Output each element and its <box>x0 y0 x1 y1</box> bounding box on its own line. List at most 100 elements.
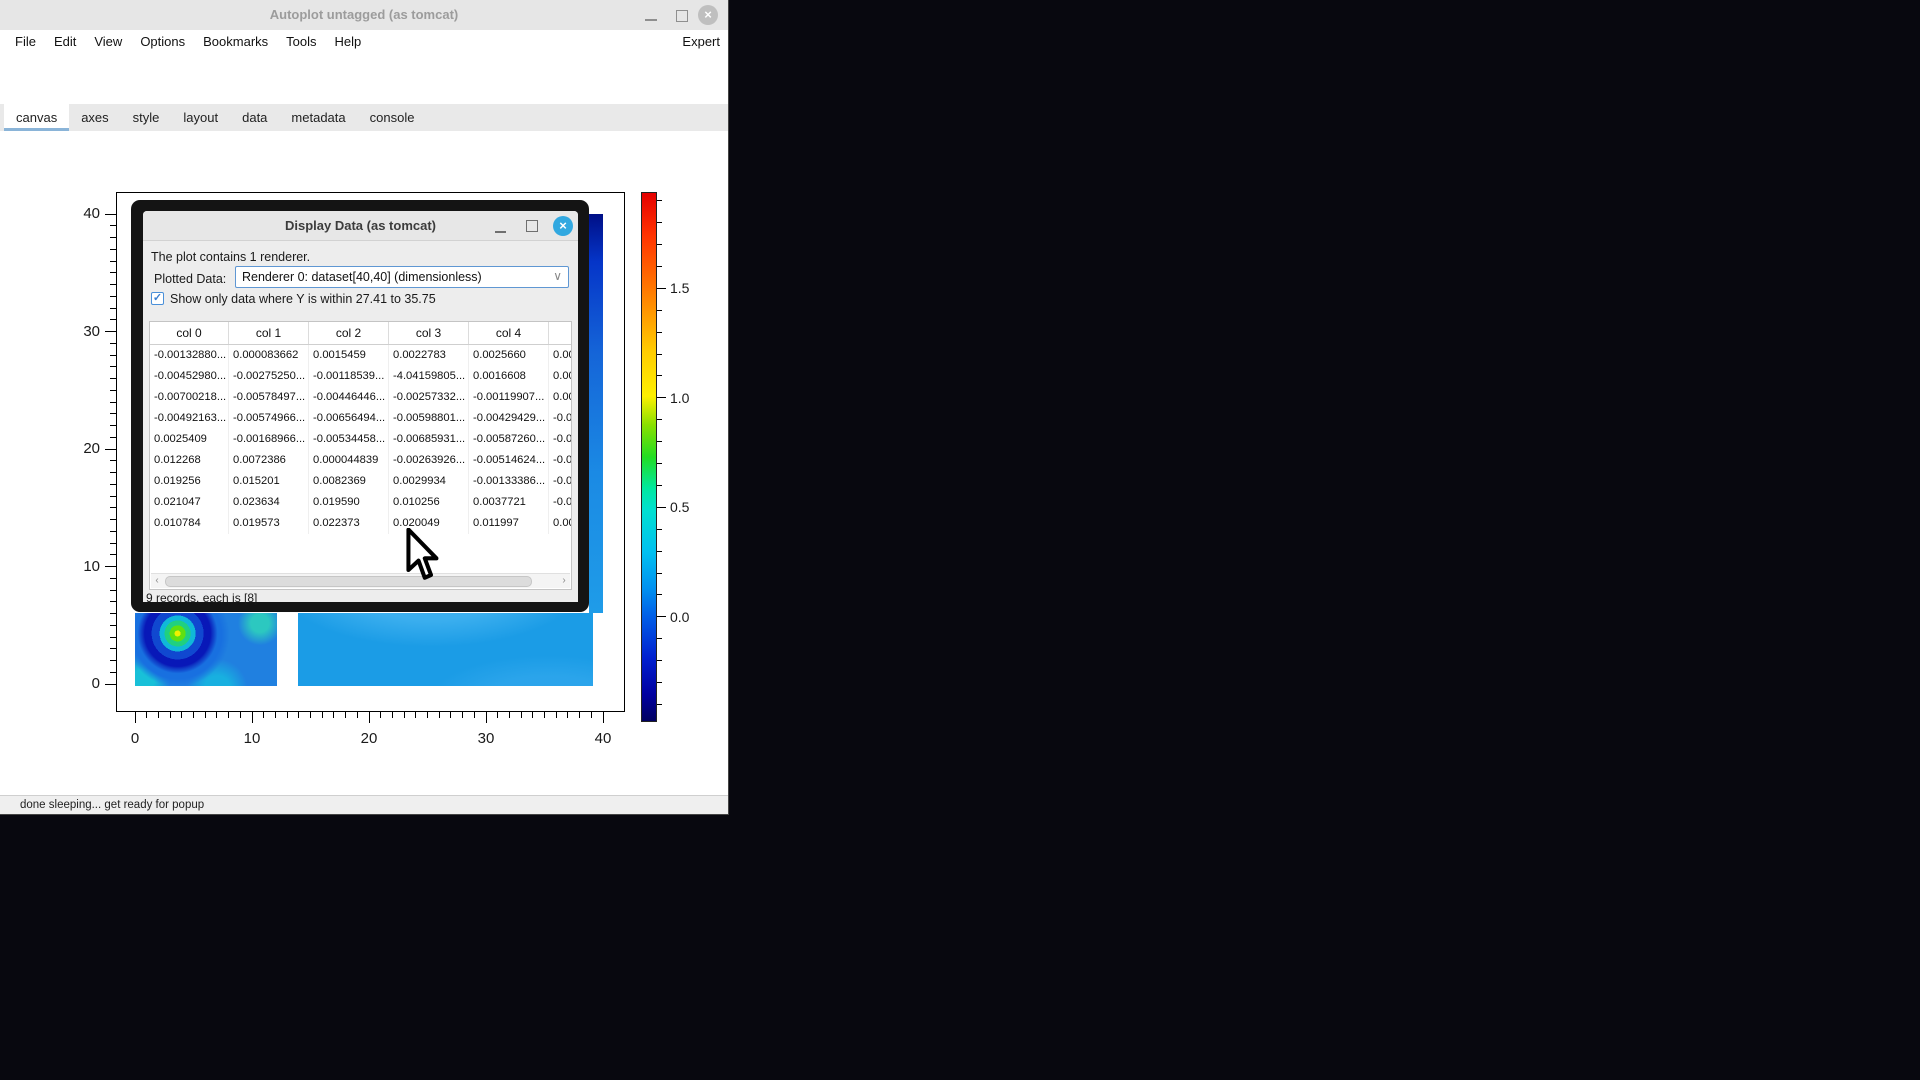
horizontal-scrollbar[interactable]: ‹ › <box>151 573 570 588</box>
table-row[interactable]: 0.0025409-0.00168966...-0.00534458...-0.… <box>150 429 571 450</box>
table-cell: 0.011997 <box>469 513 549 534</box>
table-header-row: col 0col 1col 2col 3col 4 <box>150 322 571 345</box>
menu-item-bookmarks[interactable]: Bookmarks <box>194 32 277 51</box>
menu-item-help[interactable]: Help <box>326 32 371 51</box>
colorbar-tick <box>657 594 662 595</box>
colorbar-tick <box>657 222 662 223</box>
table-row[interactable]: 0.0107840.0195730.0223730.0200490.011997… <box>150 513 571 534</box>
x-axis-tick <box>170 712 171 718</box>
colorbar-tick <box>657 441 662 442</box>
dialog-minimize-icon[interactable] <box>495 231 506 233</box>
table-cell: 0.010256 <box>389 492 469 513</box>
dialog-close-icon[interactable]: × <box>553 216 573 236</box>
y-axis-tick-label: 20 <box>58 440 100 457</box>
heatmap-region-bottom-right[interactable] <box>298 613 593 686</box>
table-cell: 0.021047 <box>150 492 229 513</box>
tab-console[interactable]: console <box>358 104 427 131</box>
tab-metadata[interactable]: metadata <box>279 104 357 131</box>
table-cell: 0.015201 <box>229 471 309 492</box>
address-bar-row: ∨ ▶ <box>0 52 728 96</box>
filter-checkbox-label: Show only data where Y is within 27.41 t… <box>170 292 436 306</box>
y-axis-tick <box>110 249 116 250</box>
table-cell: -0.00263926... <box>389 450 469 471</box>
colorbar-tick <box>657 682 662 683</box>
scroll-right-icon[interactable]: › <box>558 574 570 587</box>
table-cell: -0.00656494... <box>309 408 389 429</box>
table-cell: 0.012268 <box>150 450 229 471</box>
colorbar-tick <box>657 660 662 661</box>
table-row[interactable]: 0.0192560.0152010.00823690.0029934-0.001… <box>150 471 571 492</box>
tab-axes[interactable]: axes <box>69 104 120 131</box>
y-axis-tick <box>110 225 116 226</box>
colorbar[interactable] <box>641 192 657 722</box>
colorbar-tick-label: 0.5 <box>670 499 689 515</box>
table-cell: 0.0016608 <box>469 366 549 387</box>
table-cell: -0.00168966... <box>229 429 309 450</box>
table-row[interactable]: -0.00700218...-0.00578497...-0.00446446.… <box>150 387 571 408</box>
x-axis-tick-label: 40 <box>583 730 623 747</box>
x-axis-tick-label: 10 <box>232 730 272 747</box>
x-axis-tick <box>427 712 428 718</box>
tab-layout[interactable]: layout <box>171 104 230 131</box>
display-data-dialog: Display Data (as tomcat) × The plot cont… <box>143 211 578 602</box>
close-icon[interactable]: × <box>698 5 718 25</box>
y-axis-tick <box>105 331 116 332</box>
menu-item-edit[interactable]: Edit <box>45 32 85 51</box>
menu-item-file[interactable]: File <box>6 32 45 51</box>
y-axis-tick-label: 30 <box>58 323 100 340</box>
menu-item-tools[interactable]: Tools <box>277 32 325 51</box>
table-cell: -0.00574966... <box>229 408 309 429</box>
y-axis-tick <box>110 496 116 497</box>
table-cell: -0.00492163... <box>150 408 229 429</box>
x-axis-tick <box>228 712 229 718</box>
menu-item-view[interactable]: View <box>85 32 131 51</box>
colorbar-tick <box>657 419 662 420</box>
scrollbar-thumb[interactable] <box>165 576 532 587</box>
table-row[interactable]: 0.0122680.00723860.000044839-0.00263926.… <box>150 450 571 471</box>
y-axis-tick <box>110 296 116 297</box>
menu-item-options[interactable]: Options <box>131 32 194 51</box>
minimize-icon[interactable] <box>645 19 657 21</box>
scroll-left-icon[interactable]: ‹ <box>151 574 163 587</box>
tab-data[interactable]: data <box>230 104 279 131</box>
x-axis-tick <box>439 712 440 718</box>
y-axis-tick-label: 10 <box>58 558 100 575</box>
tab-canvas[interactable]: canvas <box>4 104 69 131</box>
y-axis-tick <box>105 684 116 685</box>
table-row[interactable]: -0.00452980...-0.00275250...-0.00118539.… <box>150 366 571 387</box>
table-row[interactable]: -0.00492163...-0.00574966...-0.00656494.… <box>150 408 571 429</box>
autoplot-window: Autoplot untagged (as tomcat) × FileEdit… <box>0 0 729 815</box>
table-cell: 0.000083662 <box>229 345 309 366</box>
colorbar-tick-label: 1.5 <box>670 280 689 296</box>
table-cell: 0.000044839 <box>309 450 389 471</box>
table-header-cell: col 1 <box>229 322 309 344</box>
y-axis-tick <box>110 519 116 520</box>
tab-style[interactable]: style <box>121 104 172 131</box>
x-axis-tick <box>146 712 147 718</box>
heatmap-region-bottom-left[interactable] <box>135 613 277 686</box>
expert-toggle[interactable]: Expert <box>682 34 720 49</box>
colorbar-tick <box>657 507 666 508</box>
y-axis-tick <box>110 660 116 661</box>
maximize-icon[interactable] <box>676 10 688 22</box>
table-cell: 0.00 <box>549 345 572 366</box>
y-axis-tick <box>110 601 116 602</box>
x-axis-tick <box>275 712 276 718</box>
table-row[interactable]: -0.00132880...0.0000836620.00154590.0022… <box>150 345 571 366</box>
dialog-title-bar[interactable]: Display Data (as tomcat) × <box>143 211 578 241</box>
table-cell: 0.0015459 <box>309 345 389 366</box>
heatmap-region-right-edge[interactable] <box>589 214 603 613</box>
table-cell: 0.022373 <box>309 513 389 534</box>
x-axis-tick-label: 0 <box>115 730 155 747</box>
check-icon: ✓ <box>153 292 162 304</box>
table-cell: -0.00429429... <box>469 408 549 429</box>
x-axis-tick <box>567 712 568 718</box>
y-axis-tick <box>110 272 116 273</box>
dialog-maximize-icon[interactable] <box>526 220 538 232</box>
filter-checkbox[interactable]: ✓ <box>151 292 164 305</box>
x-axis-tick-label: 20 <box>349 730 389 747</box>
x-axis-tick <box>579 712 580 718</box>
plotted-data-select[interactable]: Renderer 0: dataset[40,40] (dimensionles… <box>235 266 569 288</box>
table-row[interactable]: 0.0210470.0236340.0195900.0102560.003772… <box>150 492 571 513</box>
table-cell: -0.00119907... <box>469 387 549 408</box>
